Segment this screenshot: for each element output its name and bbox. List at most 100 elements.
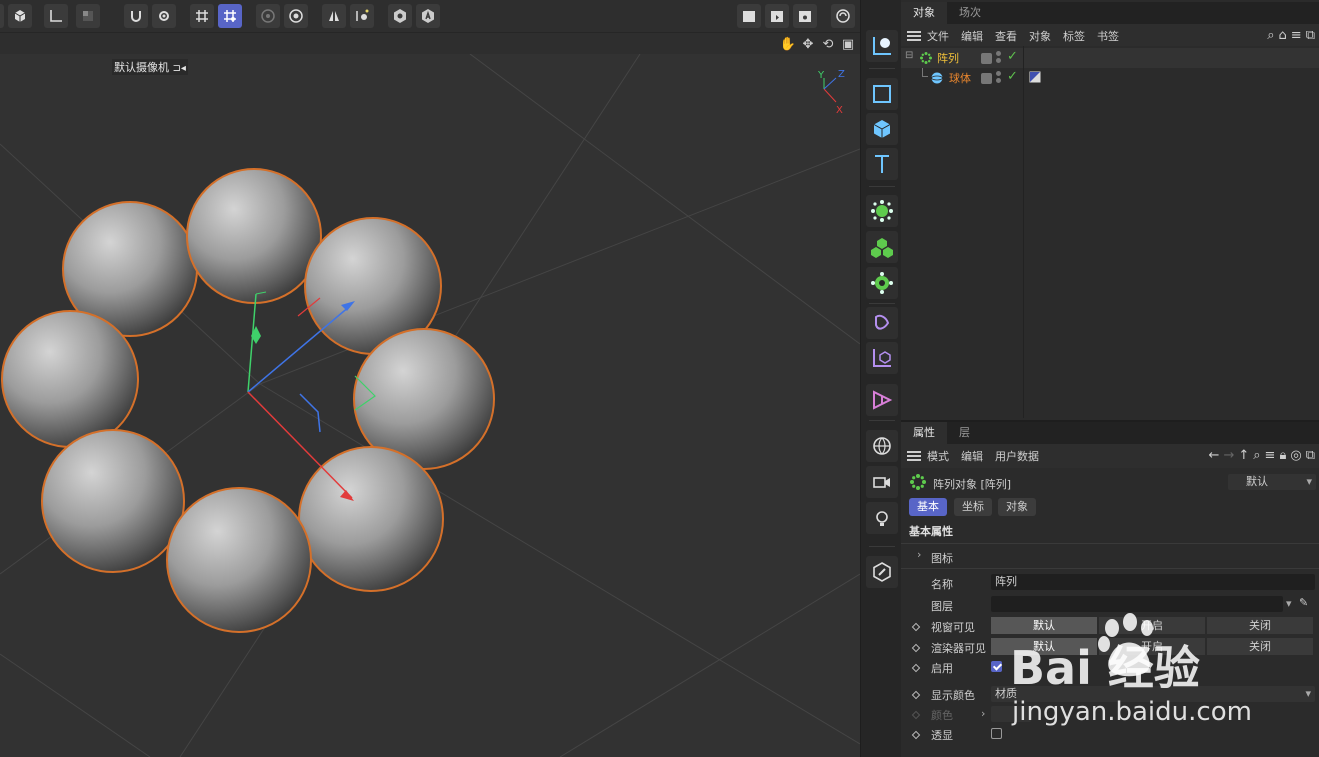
- visibility-dots[interactable]: [996, 71, 1002, 83]
- plane-tool[interactable]: [866, 78, 898, 110]
- search-icon[interactable]: ⌕: [1253, 448, 1260, 463]
- eyedropper-icon[interactable]: ✎: [1299, 596, 1308, 609]
- camera-label[interactable]: 默认摄像机 ⊐◂: [112, 59, 188, 75]
- axis-mode-button[interactable]: [44, 4, 68, 28]
- enabled-check-icon[interactable]: ✓: [1007, 49, 1018, 64]
- render-settings-button[interactable]: [793, 4, 817, 28]
- tab-layers[interactable]: 层: [947, 422, 982, 444]
- cloner-tool[interactable]: [866, 195, 898, 227]
- snap-button[interactable]: [124, 4, 148, 28]
- render-visible-off[interactable]: 关闭: [1207, 638, 1313, 655]
- null-object-tool[interactable]: [866, 342, 898, 374]
- viewport-visible-on[interactable]: 开启: [1099, 617, 1205, 634]
- collapse-icon[interactable]: ⊟: [905, 50, 913, 61]
- material-tag-icon[interactable]: [1029, 71, 1041, 83]
- sketch-tool[interactable]: [866, 556, 898, 588]
- hamburger-icon[interactable]: [907, 451, 921, 461]
- up-arrow-icon[interactable]: ↑: [1238, 448, 1249, 463]
- viewport-visible-off[interactable]: 关闭: [1207, 617, 1313, 634]
- tree-row-cloner[interactable]: ⊟ 阵列 ✓: [901, 48, 1319, 68]
- tree-row-sphere[interactable]: 球体 ✓: [901, 68, 1319, 88]
- home-icon[interactable]: ⌂: [1279, 28, 1287, 43]
- menu-edit[interactable]: 编辑: [961, 28, 983, 44]
- environment-tool[interactable]: [866, 430, 898, 462]
- tab-objects[interactable]: 对象: [901, 2, 947, 24]
- workplane-button[interactable]: [76, 4, 100, 28]
- snap-settings-button[interactable]: [152, 4, 176, 28]
- fracture-tool[interactable]: [866, 231, 898, 263]
- menu-user-data[interactable]: 用户数据: [995, 448, 1039, 464]
- keyframe-diamond-icon[interactable]: [911, 690, 921, 700]
- text-tool[interactable]: [866, 148, 898, 180]
- menu-mode[interactable]: 模式: [927, 448, 949, 464]
- filter-icon[interactable]: ≡: [1291, 28, 1302, 43]
- render-object-button[interactable]: [8, 4, 32, 28]
- forward-arrow-icon[interactable]: →: [1223, 448, 1234, 463]
- enabled-check-icon[interactable]: ✓: [1007, 69, 1018, 84]
- keyframe-diamond-icon[interactable]: [911, 622, 921, 632]
- tab-takes[interactable]: 场次: [947, 2, 993, 24]
- search-icon[interactable]: ⌕: [1267, 28, 1274, 43]
- back-arrow-icon[interactable]: ←: [1209, 448, 1220, 463]
- render-visible-on[interactable]: 开启: [1099, 638, 1205, 655]
- symmetry-button[interactable]: [322, 4, 346, 28]
- pan-hand-icon[interactable]: ✋: [780, 36, 796, 52]
- mode-coord-button[interactable]: 坐标: [954, 498, 992, 516]
- new-window-icon[interactable]: ⧉: [1306, 28, 1315, 43]
- cube-tool[interactable]: [866, 113, 898, 145]
- soft-selection-button[interactable]: [256, 4, 280, 28]
- soft-selection-settings-button[interactable]: [284, 4, 308, 28]
- object-name-sphere[interactable]: 球体: [949, 70, 971, 86]
- grid-snap-button[interactable]: [190, 4, 214, 28]
- field-tool[interactable]: [866, 384, 898, 416]
- menu-file[interactable]: 文件: [927, 28, 949, 44]
- maximize-view-icon[interactable]: ▣: [840, 36, 856, 52]
- menu-bookmarks[interactable]: 书签: [1097, 28, 1119, 44]
- symmetry-settings-button[interactable]: [350, 4, 374, 28]
- lock-icon[interactable]: 🔒︎: [1279, 448, 1286, 463]
- mode-basic-button[interactable]: 基本: [909, 498, 947, 516]
- visibility-dots[interactable]: [996, 51, 1002, 63]
- rotate-view-icon[interactable]: ⟲: [820, 36, 836, 52]
- enable-checkbox[interactable]: [991, 661, 1002, 672]
- hamburger-icon[interactable]: [907, 31, 921, 41]
- keyframe-diamond-icon[interactable]: [911, 663, 921, 673]
- object-name-cloner[interactable]: 阵列: [937, 50, 959, 66]
- icon-group-label[interactable]: 图标: [931, 550, 953, 566]
- menu-view[interactable]: 查看: [995, 28, 1017, 44]
- menu-tags[interactable]: 标签: [1063, 28, 1085, 44]
- render-region-button[interactable]: [737, 4, 761, 28]
- viewport-visible-default[interactable]: 默认: [991, 617, 1097, 634]
- xray-checkbox[interactable]: [991, 728, 1002, 739]
- layer-field[interactable]: [991, 596, 1283, 612]
- new-window-icon[interactable]: ⧉: [1306, 448, 1315, 463]
- keyframe-diamond-icon[interactable]: [911, 643, 921, 653]
- grid-quantize-button[interactable]: [218, 4, 242, 28]
- preset-dropdown[interactable]: 默认 ▾: [1228, 474, 1316, 490]
- camera-tool[interactable]: [866, 466, 898, 498]
- filter-icon[interactable]: ≡: [1265, 448, 1276, 463]
- expand-chevron-icon[interactable]: ›: [917, 548, 921, 561]
- mode-object-button[interactable]: 对象: [998, 498, 1036, 516]
- layout-button[interactable]: [831, 4, 855, 28]
- keyframe-diamond-icon[interactable]: [911, 730, 921, 740]
- 3d-viewport[interactable]: Y Z X 默认摄像机 ⊐◂: [0, 54, 860, 757]
- render-visible-default[interactable]: 默认: [991, 638, 1097, 655]
- light-tool[interactable]: [866, 502, 898, 534]
- name-field[interactable]: 阵列: [991, 574, 1315, 590]
- menu-object[interactable]: 对象: [1029, 28, 1051, 44]
- deformer-tool[interactable]: [866, 307, 898, 339]
- viewport-solo-button[interactable]: [388, 4, 412, 28]
- move-view-icon[interactable]: ✥: [800, 36, 816, 52]
- tab-attributes[interactable]: 属性: [901, 422, 947, 444]
- menu-edit[interactable]: 编辑: [961, 448, 983, 464]
- color-swatch[interactable]: [991, 706, 1031, 722]
- target-icon[interactable]: ◎: [1290, 448, 1301, 463]
- render-view-button[interactable]: [765, 4, 789, 28]
- effector-tool[interactable]: [866, 267, 898, 299]
- select-move-tool[interactable]: [866, 30, 898, 62]
- chevron-down-icon[interactable]: ▾: [1286, 597, 1292, 610]
- display-color-dropdown[interactable]: 材质 ▾: [991, 686, 1315, 702]
- expand-chevron-icon[interactable]: ›: [981, 707, 985, 720]
- auto-mode-button[interactable]: [416, 4, 440, 28]
